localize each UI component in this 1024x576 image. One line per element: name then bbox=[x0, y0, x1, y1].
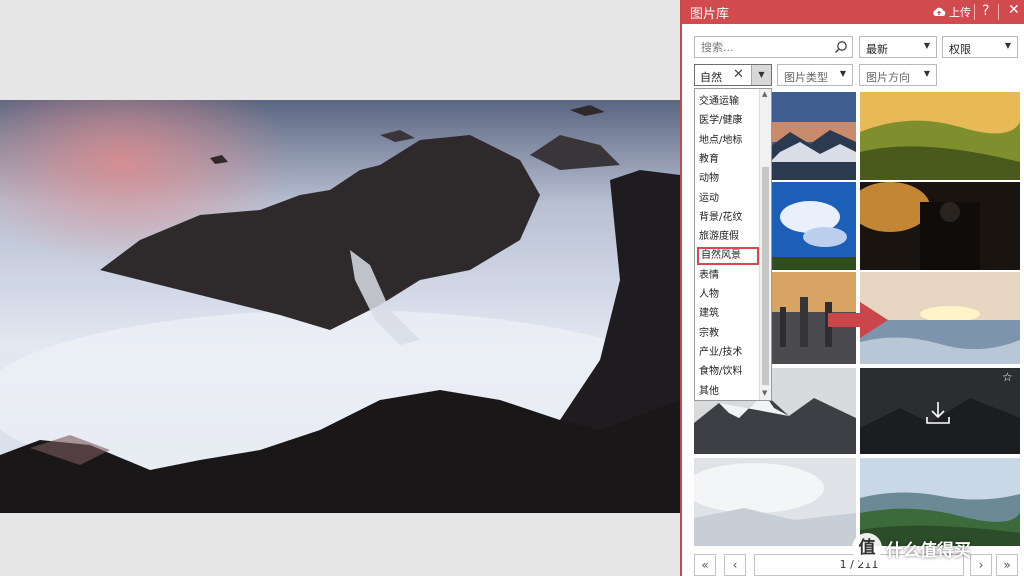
image-thumbnail[interactable] bbox=[860, 182, 1020, 270]
license-dropdown[interactable]: 权限 ▼ bbox=[942, 36, 1018, 58]
scrollbar-thumb[interactable] bbox=[762, 167, 769, 385]
sort-value: 最新 bbox=[866, 43, 888, 56]
category-option[interactable]: 背景/花纹 bbox=[697, 209, 759, 227]
download-icon[interactable] bbox=[925, 400, 951, 426]
slide-photo-seascape[interactable] bbox=[0, 100, 680, 513]
watermark-text: 什么值得买 bbox=[886, 540, 971, 561]
help-button[interactable]: ? bbox=[982, 3, 989, 19]
category-combo[interactable]: 自然 ✕ ▼ bbox=[694, 64, 772, 86]
image-thumbnail[interactable] bbox=[770, 92, 856, 180]
category-option[interactable]: 食物/饮料 bbox=[697, 363, 759, 381]
upload-button[interactable]: 上传 bbox=[932, 4, 971, 20]
slide-canvas bbox=[0, 0, 680, 576]
watermark-logo: 值 bbox=[852, 533, 882, 563]
sort-dropdown[interactable]: 最新 ▼ bbox=[859, 36, 937, 58]
pane-title: 图片库 bbox=[690, 7, 730, 22]
close-button[interactable]: ✕ bbox=[1008, 2, 1020, 18]
image-thumbnail[interactable] bbox=[694, 458, 856, 546]
chevron-down-icon: ▼ bbox=[923, 69, 930, 78]
chevron-down-icon: ▼ bbox=[1004, 41, 1011, 50]
chevron-down-icon: ▼ bbox=[839, 69, 846, 78]
orientation-dropdown[interactable]: 图片方向 ▼ bbox=[859, 64, 937, 86]
image-type-value: 图片类型 bbox=[784, 71, 828, 84]
orientation-value: 图片方向 bbox=[866, 71, 910, 84]
scroll-down-icon[interactable]: ▼ bbox=[762, 389, 767, 397]
first-page-button[interactable]: « bbox=[694, 554, 716, 576]
search-input[interactable] bbox=[695, 37, 831, 57]
category-option[interactable]: 医学/健康 bbox=[697, 112, 759, 130]
dropdown-scrollbar[interactable]: ▲ ▼ bbox=[759, 89, 771, 400]
category-option[interactable]: 宗教 bbox=[697, 325, 759, 343]
watermark: 值 什么值得买 bbox=[852, 530, 1024, 566]
category-option[interactable]: 教育 bbox=[697, 151, 759, 169]
chevron-down-icon: ▼ bbox=[923, 41, 930, 50]
category-option[interactable]: 自然风景 bbox=[697, 247, 759, 266]
cloud-upload-icon bbox=[933, 7, 946, 16]
category-option[interactable]: 旅游度假 bbox=[697, 228, 759, 246]
search-icon[interactable] bbox=[834, 40, 848, 54]
header-divider bbox=[974, 4, 975, 20]
category-option[interactable]: 交通运输 bbox=[697, 93, 759, 111]
pane-header: 图片库 上传 ? ✕ bbox=[682, 0, 1024, 24]
search-box bbox=[694, 36, 853, 58]
scroll-up-icon[interactable]: ▲ bbox=[762, 90, 767, 98]
image-thumbnail[interactable] bbox=[860, 92, 1020, 180]
category-option[interactable]: 运动 bbox=[697, 190, 759, 208]
category-option[interactable]: 地点/地标 bbox=[697, 132, 759, 150]
category-option[interactable]: 人物 bbox=[697, 286, 759, 304]
category-option[interactable]: 产业/技术 bbox=[697, 344, 759, 362]
clear-icon[interactable]: ✕ bbox=[733, 67, 744, 82]
image-thumbnail[interactable] bbox=[770, 182, 856, 270]
pointer-arrow-icon bbox=[828, 300, 890, 344]
image-type-dropdown[interactable]: 图片类型 ▼ bbox=[777, 64, 853, 86]
category-option[interactable]: 表情 bbox=[697, 267, 759, 285]
category-option[interactable]: 建筑 bbox=[697, 305, 759, 323]
category-option[interactable]: 动物 bbox=[697, 170, 759, 188]
header-divider bbox=[998, 4, 999, 20]
category-option[interactable]: 其他 bbox=[697, 383, 759, 401]
star-icon[interactable]: ☆ bbox=[1002, 370, 1013, 384]
category-value: 自然 bbox=[700, 71, 722, 84]
dropdown-toggle-button[interactable]: ▼ bbox=[751, 65, 771, 85]
upload-label: 上传 bbox=[949, 6, 971, 19]
prev-page-button[interactable]: ‹ bbox=[724, 554, 746, 576]
category-dropdown-list: 交通运输 医学/健康地点/地标 教育 动物运动 背景/花纹 旅游度假 自然风景 表情 人物 建筑宗… bbox=[694, 88, 772, 401]
license-value: 权限 bbox=[949, 43, 971, 56]
image-library-pane: 图片库 上传 ? ✕ 最新 ▼ 权限 ▼ 自然 ✕ ▼ 图片类型 bbox=[680, 0, 1024, 576]
